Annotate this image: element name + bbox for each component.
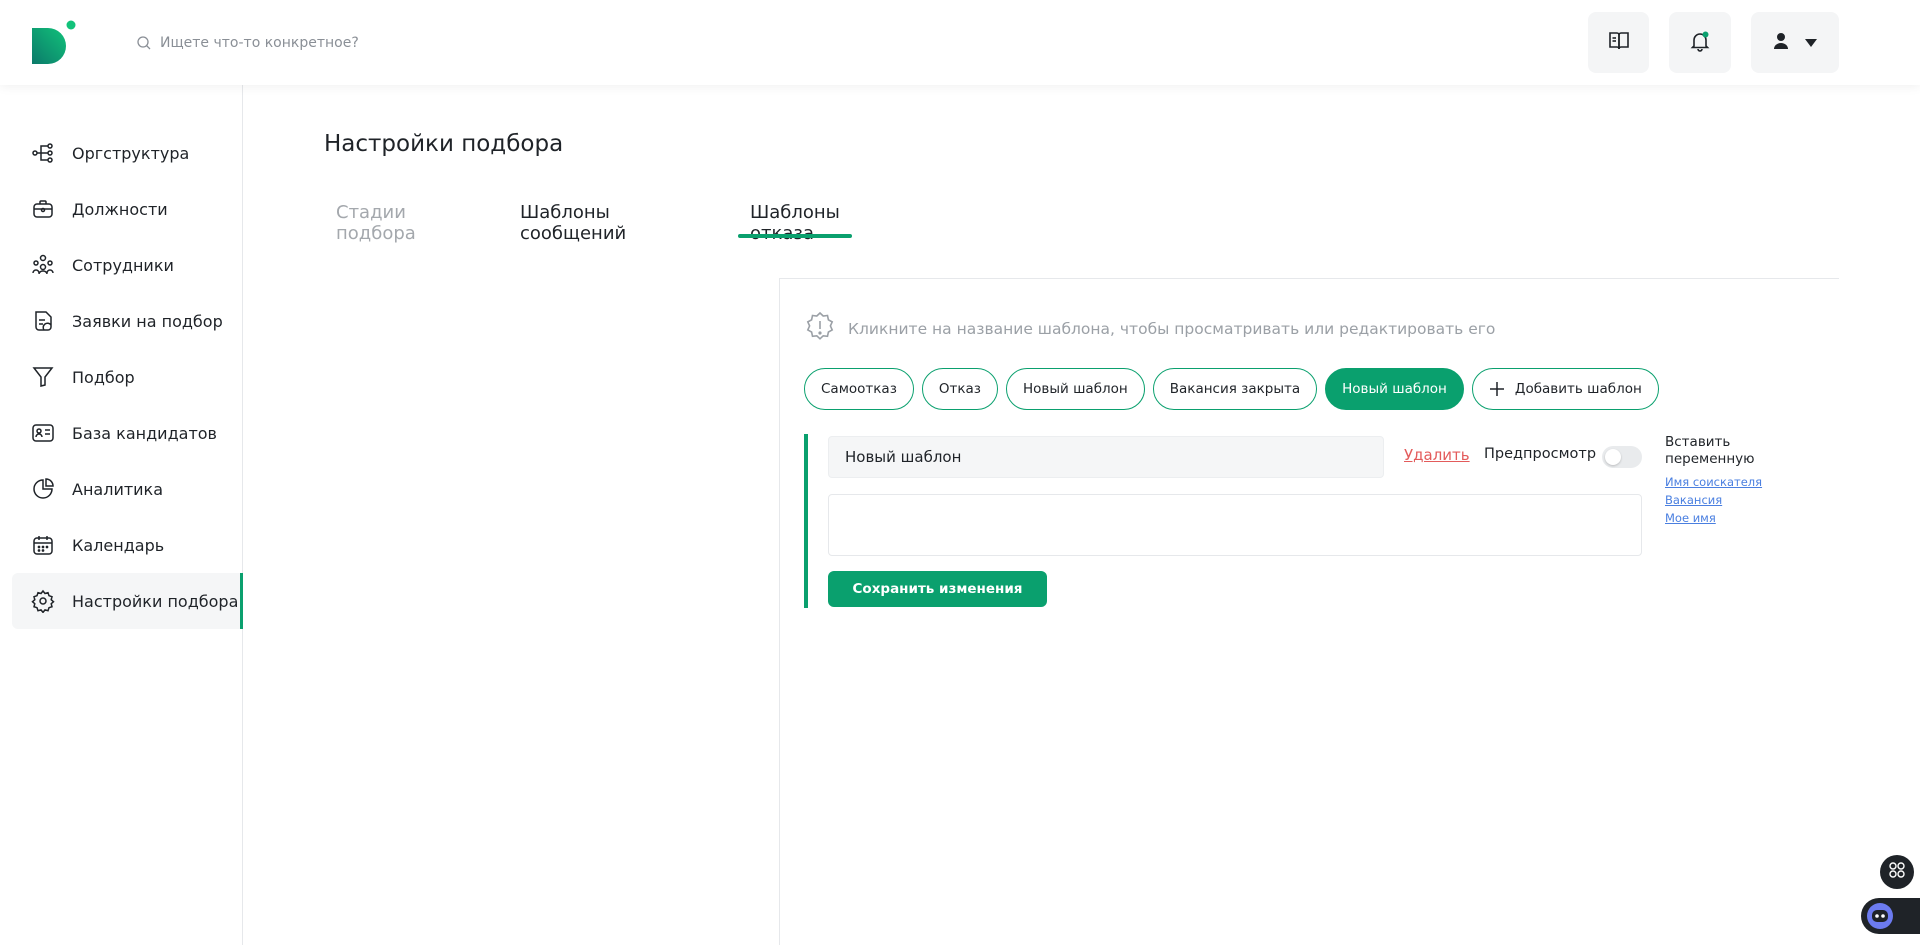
calendar-icon	[30, 532, 56, 558]
sidebar-item-employees[interactable]: Сотрудники	[12, 237, 243, 293]
template-body-textarea[interactable]	[828, 494, 1642, 556]
top-header	[0, 0, 1920, 85]
briefcase-icon	[30, 196, 56, 222]
sidebar-item-label: Сотрудники	[72, 255, 174, 275]
plus-icon	[1489, 381, 1505, 397]
request-document-icon	[30, 308, 56, 334]
variable-my-name[interactable]: Мое имя	[1665, 510, 1805, 526]
sidebar-item-label: Аналитика	[72, 479, 164, 499]
user-menu-button[interactable]	[1751, 12, 1839, 73]
hint: Кликните на название шаблона, чтобы прос…	[804, 311, 1495, 347]
delete-template-link[interactable]: Удалить	[1404, 446, 1470, 464]
sidebar-item-recruitment-settings[interactable]: Настройки подбора	[12, 573, 243, 629]
org-structure-icon	[30, 140, 56, 166]
insert-variable-panel: Вставить переменную Имя соискателя Вакан…	[1665, 434, 1805, 526]
add-template-label: Добавить шаблон	[1514, 381, 1642, 397]
page-title: Настройки подбора	[324, 131, 564, 157]
knowledge-base-button[interactable]	[1588, 12, 1649, 73]
app-logo[interactable]	[30, 20, 76, 66]
search-input[interactable]	[160, 35, 580, 51]
sidebar-item-label: Настройки подбора	[72, 591, 239, 611]
chevron-down-icon	[1804, 33, 1818, 52]
template-chip-rejection[interactable]: Отказ	[921, 368, 998, 410]
sidebar-item-label: Календарь	[72, 535, 165, 555]
template-chip-vacancy-closed[interactable]: Вакансия закрыта	[1152, 368, 1318, 410]
sidebar-item-label: Подбор	[72, 367, 135, 387]
insert-variable-title: Вставить переменную	[1665, 434, 1755, 467]
template-chip-new-template[interactable]: Новый шаблон	[1005, 368, 1145, 410]
sidebar-item-analytics[interactable]: Аналитика	[12, 461, 243, 517]
tab-recruitment-stages[interactable]: Стадии подбора	[324, 196, 428, 244]
template-chip-self-rejection[interactable]: Самоотказ	[804, 368, 914, 410]
pie-chart-icon	[30, 476, 56, 502]
bot-icon	[1867, 903, 1893, 929]
gear-icon	[30, 588, 56, 614]
save-changes-button[interactable]: Сохранить изменения	[828, 571, 1047, 607]
variable-candidate-name[interactable]: Имя соискателя	[1665, 474, 1805, 490]
preview-label: Предпросмотр	[1484, 446, 1597, 462]
preview-toggle[interactable]	[1602, 446, 1642, 468]
add-template-button[interactable]: Добавить шаблон	[1471, 368, 1659, 410]
search-bar	[136, 32, 580, 54]
templates-panel: Кликните на название шаблона, чтобы прос…	[779, 278, 1839, 945]
sidebar-item-label: Заявки на подбор	[72, 311, 223, 331]
book-icon	[1607, 29, 1631, 57]
sidebar-item-org-structure[interactable]: Оргструктура	[12, 125, 243, 181]
sidebar-item-positions[interactable]: Должности	[12, 181, 243, 237]
id-card-icon	[30, 420, 56, 446]
sidebar-item-label: Должности	[72, 199, 168, 219]
grid-icon	[1888, 861, 1906, 883]
sidebar: Оргструктура Должности Сотрудники Заявки…	[0, 85, 243, 945]
variable-vacancy[interactable]: Вакансия	[1665, 492, 1805, 508]
tab-rejection-templates[interactable]: Шаблоны отказа	[738, 196, 852, 244]
toggle-knob	[1605, 449, 1621, 465]
template-chips: Самоотказ Отказ Новый шаблон Вакансия за…	[804, 368, 1659, 410]
apps-menu-button[interactable]	[1880, 855, 1914, 889]
sidebar-item-candidates[interactable]: База кандидатов	[12, 405, 243, 461]
notifications-button[interactable]	[1669, 12, 1731, 73]
employees-icon	[30, 252, 56, 278]
bell-icon	[1688, 29, 1712, 57]
sidebar-item-label: Оргструктура	[72, 143, 190, 163]
sidebar-item-recruitment[interactable]: Подбор	[12, 349, 243, 405]
funnel-icon	[30, 364, 56, 390]
sidebar-item-label: База кандидатов	[72, 423, 217, 443]
template-name-input[interactable]	[828, 436, 1384, 478]
sidebar-item-calendar[interactable]: Календарь	[12, 517, 243, 573]
template-chip-new-template-selected[interactable]: Новый шаблон	[1325, 368, 1464, 410]
sidebar-item-requests[interactable]: Заявки на подбор	[12, 293, 243, 349]
user-avatar-icon	[1772, 32, 1790, 54]
template-editor: Удалить Предпросмотр Вставить переменную…	[804, 434, 1804, 608]
hint-text: Кликните на название шаблона, чтобы прос…	[848, 320, 1496, 338]
search-icon	[136, 35, 152, 51]
chat-assistant-widget[interactable]	[1861, 898, 1920, 934]
warning-badge-icon	[804, 311, 836, 347]
tab-message-templates[interactable]: Шаблоны сообщений	[508, 196, 638, 244]
